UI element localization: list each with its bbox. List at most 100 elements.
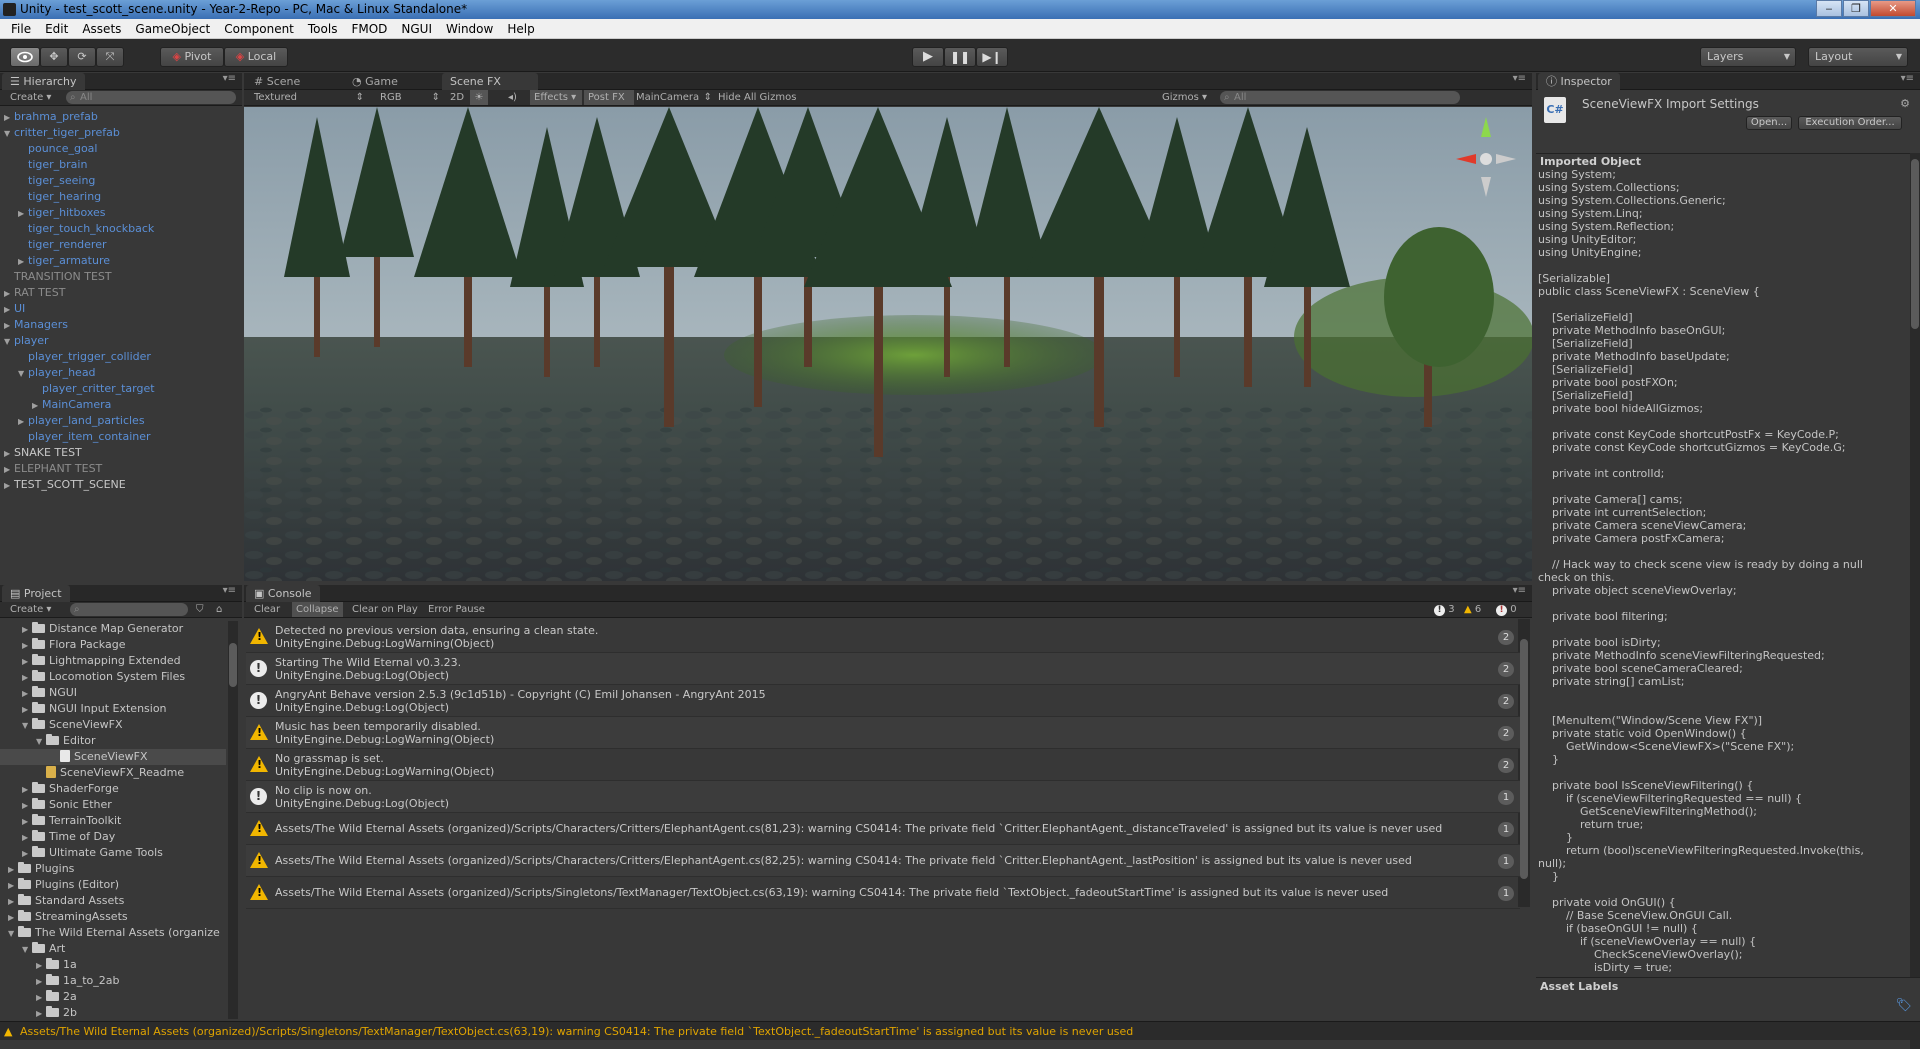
menu-window[interactable]: Window [439,22,500,36]
panel-menu-icon[interactable]: ▾≡ [1513,585,1526,596]
local-toggle[interactable]: ◈ Local [224,47,288,67]
menu-component[interactable]: Component [217,22,301,36]
lighting-toggle[interactable]: ☀ [470,90,488,105]
hierarchy-item[interactable]: ▶ TEST_SCOTT_SCENE [4,477,126,493]
menu-assets[interactable]: Assets [75,22,128,36]
hierarchy-item[interactable]: tiger_hearing [18,189,101,205]
project-item[interactable]: ▼ The Wild Eternal Assets (organize [0,925,226,941]
expand-arrow-open-icon[interactable]: ▼ [18,366,28,382]
project-create-button[interactable]: Create ▾ [10,602,51,617]
hierarchy-item[interactable]: player_trigger_collider [18,349,151,365]
hierarchy-item[interactable]: ▼ critter_tiger_prefab [4,125,120,141]
tab-inspector[interactable]: ⓘ Inspector [1538,73,1620,90]
panel-menu-icon[interactable]: ▾≡ [1513,73,1526,84]
menu-ngui[interactable]: NGUI [394,22,439,36]
hierarchy-item[interactable]: ▶ tiger_armature [18,253,110,269]
menu-gameobject[interactable]: GameObject [128,22,217,36]
2d-toggle[interactable]: 2D [450,90,464,105]
project-item[interactable]: SceneViewFX_Readme [0,765,226,781]
hierarchy-item[interactable]: ▶ Managers [4,317,68,333]
effects-dropdown[interactable]: Effects ▾ [530,90,582,105]
hierarchy-item[interactable]: pounce_goal [18,141,97,157]
collapse-toggle[interactable]: Collapse [292,602,343,617]
hierarchy-item[interactable]: player_critter_target [32,381,155,397]
camera-dropdown[interactable]: MainCamera ⇕ [636,90,712,105]
filter-by-type-icon[interactable]: ⛉ [196,602,204,617]
project-item[interactable]: ▶ Distance Map Generator [0,621,226,637]
expand-arrow-closed-icon[interactable]: ▶ [22,846,32,862]
expand-arrow-closed-icon[interactable]: ▶ [4,302,14,318]
rotate-tool-button[interactable]: ⟳ [68,47,96,67]
hide-gizmos-toggle[interactable]: Hide All Gizmos [718,90,796,105]
audio-toggle[interactable]: ◂) [508,90,517,105]
expand-arrow-closed-icon[interactable]: ▶ [4,478,14,494]
project-item[interactable]: ▼ Art [0,941,226,957]
scrollbar-thumb[interactable] [1520,639,1528,879]
expand-arrow-closed-icon[interactable]: ▶ [22,622,32,638]
expand-arrow-closed-icon[interactable]: ▶ [8,862,18,878]
project-search-input[interactable]: ⌕ [70,603,188,616]
shading-mode-dropdown[interactable]: Textured ⇕ [254,90,364,105]
expand-arrow-closed-icon[interactable]: ▶ [22,814,32,830]
project-item[interactable]: ▶ Locomotion System Files [0,669,226,685]
console-log-entry[interactable]: Assets/The Wild Eternal Assets (organize… [246,813,1520,845]
expand-arrow-closed-icon[interactable]: ▶ [36,974,46,990]
scene-viewport[interactable] [244,107,1532,581]
scrollbar-thumb[interactable] [229,643,237,687]
expand-arrow-closed-icon[interactable]: ▶ [22,654,32,670]
info-count-toggle[interactable]: ! 3 [1434,602,1455,617]
expand-arrow-closed-icon[interactable]: ▶ [22,670,32,686]
project-item[interactable]: ▶ Time of Day [0,829,226,845]
hierarchy-item[interactable]: ▼ player_head [18,365,96,381]
expand-arrow-closed-icon[interactable]: ▶ [36,958,46,974]
hierarchy-item[interactable]: ▶ MainCamera [32,397,111,413]
maximize-button[interactable]: ❐ [1843,0,1869,17]
layout-dropdown[interactable]: Layout ▼ [1808,47,1908,67]
post-fx-toggle[interactable]: Post FX [584,90,634,105]
panel-menu-icon[interactable]: ▾≡ [1901,73,1914,84]
project-item[interactable]: ▶ NGUI Input Extension [0,701,226,717]
expand-arrow-closed-icon[interactable]: ▶ [8,878,18,894]
expand-arrow-closed-icon[interactable]: ▶ [22,638,32,654]
expand-arrow-open-icon[interactable]: ▼ [4,126,14,142]
project-item[interactable]: ▶ Flora Package [0,637,226,653]
project-item[interactable]: ▶ 2b [0,1005,226,1021]
open-button[interactable]: Open... [1746,116,1792,130]
project-item[interactable]: ▶ Standard Assets [0,893,226,909]
error-count-toggle[interactable]: ! 0 [1496,602,1517,617]
console-log-entry[interactable]: ! AngryAnt Behave version 2.5.3 (9c1d51b)… [246,685,1520,717]
project-item[interactable]: ▶ 2a [0,989,226,1005]
expand-arrow-closed-icon[interactable]: ▶ [4,462,14,478]
expand-arrow-closed-icon[interactable]: ▶ [4,318,14,334]
render-mode-dropdown[interactable]: RGB ⇕ [380,90,440,105]
play-button[interactable]: ▶ [912,47,944,67]
project-scrollbar[interactable] [228,621,238,1019]
project-item[interactable]: ▶ Ultimate Game Tools [0,845,226,861]
close-button[interactable]: ✕ [1870,0,1916,17]
hierarchy-item[interactable]: tiger_brain [18,157,87,173]
hierarchy-item[interactable]: TRANSITION TEST [4,269,112,285]
project-item[interactable]: ▶ Plugins (Editor) [0,877,226,893]
project-item[interactable]: ▼ Editor [0,733,226,749]
project-item[interactable]: SceneViewFX [0,749,226,765]
execution-order-button[interactable]: Execution Order... [1798,116,1902,130]
expand-arrow-closed-icon[interactable]: ▶ [22,830,32,846]
pivot-toggle[interactable]: ◈ Pivot [160,47,224,67]
move-tool-button[interactable]: ✥ [40,47,68,67]
hierarchy-item[interactable]: ▼ player [4,333,49,349]
menu-file[interactable]: File [4,22,38,36]
project-item[interactable]: ▶ Sonic Ether [0,797,226,813]
scale-tool-button[interactable]: ⤧ [96,47,124,67]
settings-gear-icon[interactable]: ⚙ [1900,97,1910,110]
project-item[interactable]: ▶ 1a_to_2ab [0,973,226,989]
hierarchy-item[interactable]: ▶ ELEPHANT TEST [4,461,102,477]
expand-arrow-open-icon[interactable]: ▼ [22,718,32,734]
status-bar[interactable]: ▲ Assets/The Wild Eternal Assets (organi… [0,1021,1920,1040]
hierarchy-item[interactable]: tiger_renderer [18,237,106,253]
expand-arrow-closed-icon[interactable]: ▶ [18,414,28,430]
panel-menu-icon[interactable]: ▾≡ [223,73,236,84]
hierarchy-item[interactable]: tiger_seeing [18,173,95,189]
console-log-entry[interactable]: ! No clip is now on. UnityEngine.Debug:Log… [246,781,1520,813]
console-log-entry[interactable]: Music has been temporarily disabled.Unit… [246,717,1520,749]
scrollbar-thumb[interactable] [1911,159,1919,329]
